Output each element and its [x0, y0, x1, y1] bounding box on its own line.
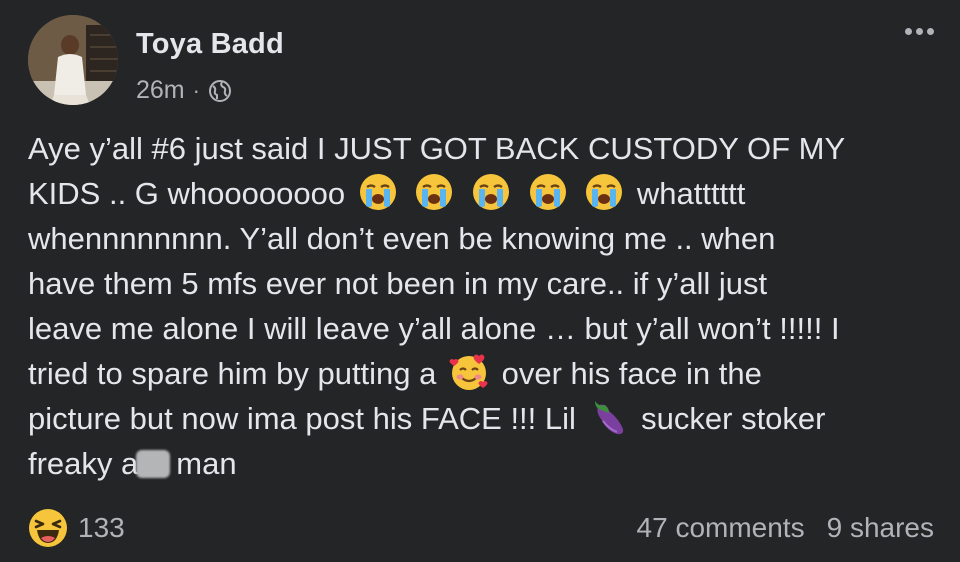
post-text-line: Aye y’all #6 just said I JUST GOT BACK C… — [28, 131, 846, 166]
post-text-line: KIDS .. G whoooooooo whatttttt — [28, 171, 928, 216]
post-text-line: picture but now ima post his FACE !!! Li… — [28, 396, 928, 441]
post-time[interactable]: 26m — [136, 76, 185, 105]
post-text-segment: sucker stoker — [641, 401, 826, 436]
post-text-line: leave me alone I will leave y’all alone … — [28, 311, 840, 346]
post-text-segment: picture but now ima post his FACE !!! Li… — [28, 401, 576, 436]
more-options-icon[interactable] — [905, 28, 934, 35]
post-text-segment: man — [176, 446, 237, 481]
reactions-summary[interactable]: 133 — [28, 508, 125, 548]
meta-separator: · — [192, 77, 200, 103]
post-card: Toya Badd 26m · Aye y’all #6 just said I… — [0, 0, 960, 562]
post-text-segment: freaky a — [28, 446, 139, 481]
comments-count-link[interactable]: 47 comments — [637, 512, 805, 544]
post-text: Aye y’all #6 just said I JUST GOT BACK C… — [28, 126, 928, 486]
censor-blur — [136, 450, 171, 478]
post-footer: 133 47 comments 9 shares — [28, 508, 934, 554]
post-text-segment: KIDS .. G whoooooooo — [28, 176, 346, 211]
smiling-face-with-hearts-icon — [449, 354, 488, 390]
eggplant-icon — [594, 401, 623, 435]
globe-icon — [208, 79, 231, 102]
post-text-line: freaky a man — [28, 441, 928, 486]
post-text-line: whennnnnnnn. Y’all don’t even be knowing… — [28, 221, 776, 256]
loudly-crying-face-icon — [529, 174, 566, 210]
post-meta: 26m · — [136, 76, 232, 105]
post-text-segment: whatttttt — [636, 176, 746, 211]
post-text-line: tried to spare him by putting a over his… — [28, 351, 928, 396]
post-text-segment: tried to spare him by putting a — [28, 356, 437, 391]
loudly-crying-face-icon — [359, 174, 396, 210]
post-text-segment: over his face in the — [501, 356, 762, 391]
shares-count-link[interactable]: 9 shares — [827, 512, 934, 544]
loudly-crying-face-icon — [586, 174, 623, 210]
author-name[interactable]: Toya Badd — [136, 28, 284, 61]
avatar[interactable] — [28, 15, 118, 105]
haha-icon — [29, 509, 67, 547]
loudly-crying-face-icon — [416, 174, 453, 210]
loudly-crying-face-icon — [472, 174, 509, 210]
reaction-count: 133 — [78, 512, 125, 543]
post-text-line: have them 5 mfs ever not been in my care… — [28, 266, 768, 301]
post-stats: 47 comments 9 shares — [637, 512, 934, 544]
